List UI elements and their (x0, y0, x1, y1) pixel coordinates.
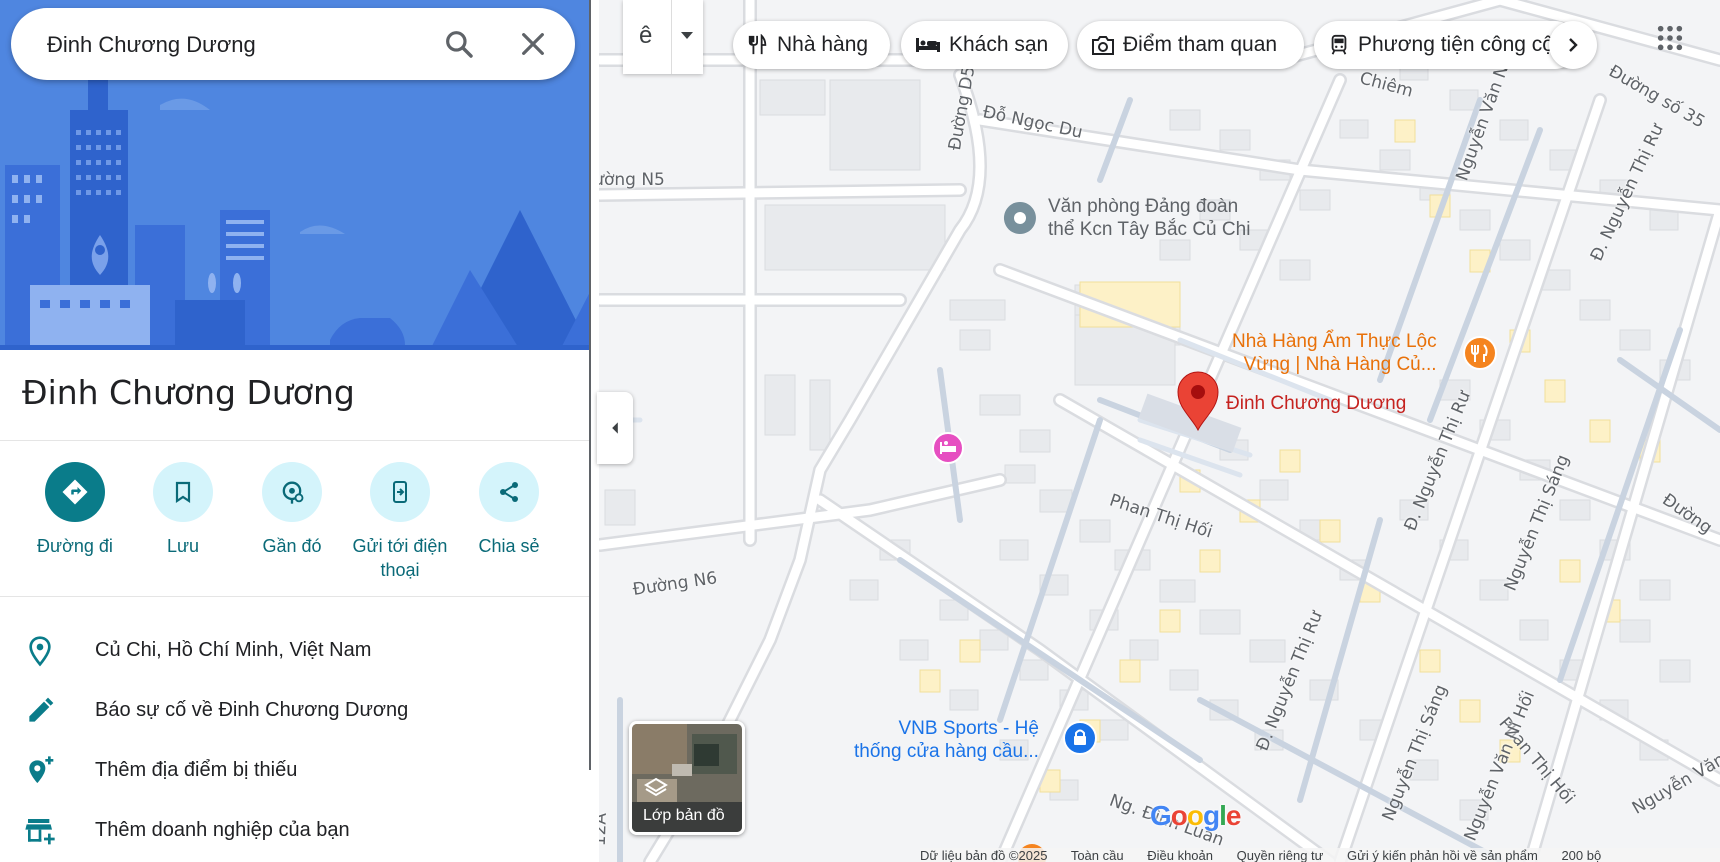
share-icon (479, 462, 539, 522)
sports-shop-marker[interactable] (1063, 721, 1097, 755)
nearby-button[interactable]: Gần đó (237, 462, 347, 558)
chip-transit[interactable]: Phương tiện công cộng (1314, 21, 1579, 69)
report-issue-text: Báo sự cố về Đinh Chương Dương (95, 699, 409, 721)
map-data-attribution: Dữ liệu bản đồ ©2025 (920, 848, 1048, 862)
google-logo-letter: e (1225, 800, 1242, 831)
restaurant-icon (748, 34, 767, 55)
restaurant-label-line2: Vừng | Nhà Hàng Củ... (1243, 353, 1437, 375)
search-icon[interactable] (443, 28, 475, 60)
place-panel: Đinh Chương Dương Đinh Chương Dương Đườn… (0, 0, 591, 862)
collapse-panel-button[interactable] (597, 392, 633, 464)
feedback-link[interactable]: Gửi ý kiến phản hồi về sản phẩm (1347, 848, 1538, 862)
nearby-icon (262, 462, 322, 522)
chip-restaurants-label: Nhà hàng (777, 33, 869, 56)
office-label-line2: thể Kcn Tây Bắc Củ Chi (1048, 218, 1251, 240)
map-footer: Dữ liệu bản đồ ©2025 Toàn cầu Điều khoản… (920, 848, 1720, 862)
address-row[interactable]: Củ Chi, Hồ Chí Minh, Việt Nam (0, 623, 591, 679)
search-box[interactable]: Đinh Chương Dương (11, 8, 575, 80)
google-logo-letter: g (1203, 800, 1220, 831)
transit-icon (1331, 34, 1347, 55)
restaurant-label-line1: Nhà Hàng Ẩm Thực Lộc (1232, 331, 1437, 352)
restaurant-label[interactable]: Nhà Hàng Ẩm Thực Lộc Vừng | Nhà Hàng Củ.… (1232, 331, 1437, 377)
google-logo-letter: o (1170, 800, 1188, 831)
chip-attractions-label: Điểm tham quan (1123, 33, 1278, 56)
save-label: Lưu (166, 536, 200, 556)
send-to-phone-icon (370, 462, 430, 522)
chips-next-button[interactable] (1549, 21, 1597, 69)
address-text: Củ Chi, Hồ Chí Minh, Việt Nam (95, 639, 372, 661)
layers-icon (644, 777, 668, 797)
sports-shop-label-line2: thống cửa hàng cầu... (854, 740, 1039, 762)
chevron-right-icon (1569, 38, 1578, 52)
directions-label: Đường đi (37, 536, 113, 556)
chevron-left-icon (612, 422, 618, 434)
save-button[interactable]: Lưu (128, 462, 238, 558)
office-marker[interactable] (1003, 202, 1036, 234)
chip-hotels[interactable]: Khách sạn (901, 21, 1068, 69)
map-layers-button[interactable]: Lớp bản đồ (629, 721, 745, 835)
camera-icon (1092, 36, 1114, 55)
send-to-phone-label: Gửi tới điện thoại (352, 536, 448, 580)
add-missing-place-row[interactable]: Thêm địa điểm bị thiếu (0, 743, 591, 799)
input-method-char: ê (639, 22, 653, 49)
place-title: Đinh Chương Dương (22, 373, 355, 412)
add-business-row[interactable]: Thêm doanh nghiệp của bạn (0, 803, 591, 859)
layers-label: Lớp bản đồ (643, 807, 725, 824)
privacy-link[interactable]: Quyền riêng tư (1237, 848, 1324, 862)
google-apps-icon[interactable] (1656, 24, 1684, 52)
office-label[interactable]: Văn phòng Đảng đoàn thể Kcn Tây Bắc Củ C… (1048, 196, 1250, 242)
google-logo: Google (1150, 800, 1242, 832)
close-icon[interactable] (517, 28, 549, 60)
share-button[interactable]: Chia sẻ (454, 462, 564, 558)
restaurant-marker[interactable] (1463, 336, 1497, 370)
global-link[interactable]: Toàn cầu (1071, 848, 1124, 862)
chip-restaurants[interactable]: Nhà hàng (733, 21, 890, 69)
chip-hotels-label: Khách sạn (949, 33, 1049, 56)
hotel-icon (916, 38, 940, 52)
google-logo-letter: o (1186, 800, 1204, 831)
caret-down-icon[interactable] (681, 32, 693, 39)
divider (0, 440, 591, 441)
report-issue-row[interactable]: Báo sự cố về Đinh Chương Dương (0, 683, 591, 739)
send-to-phone-button[interactable]: Gửi tới điện thoại (345, 462, 455, 582)
selected-place-label[interactable]: Đinh Chương Dương (1226, 393, 1406, 416)
chip-attractions[interactable]: Điểm tham quan (1077, 21, 1304, 69)
nearby-label: Gần đó (262, 536, 322, 556)
directions-icon (45, 462, 105, 522)
add-business-text: Thêm doanh nghiệp của bạn (95, 819, 350, 841)
pencil-icon (29, 697, 54, 722)
directions-button[interactable]: Đường đi (20, 462, 130, 558)
sports-shop-label-line1: VNB Sports - Hệ (898, 718, 1039, 739)
chip-transit-label: Phương tiện công cộng (1358, 33, 1578, 56)
sports-shop-label[interactable]: VNB Sports - Hệ thống cửa hàng cầu... (854, 718, 1039, 764)
search-input[interactable]: Đinh Chương Dương (47, 32, 256, 58)
add-place-icon (29, 756, 54, 783)
add-business-icon (25, 819, 55, 845)
bookmark-icon (153, 462, 213, 522)
divider (0, 596, 591, 597)
add-missing-place-text: Thêm địa điểm bị thiếu (95, 759, 298, 781)
hotel-marker[interactable] (932, 432, 964, 464)
office-label-line1: Văn phòng Đảng đoàn (1048, 196, 1239, 217)
input-method-button[interactable]: ê (623, 0, 703, 74)
google-logo-letter: G (1150, 800, 1172, 831)
location-pin-icon (29, 636, 51, 667)
scale-label[interactable]: 200 bộ (1561, 848, 1601, 862)
google-logo-letter: l (1219, 800, 1227, 831)
share-label: Chia sẻ (478, 536, 540, 556)
terms-link[interactable]: Điều khoản (1147, 848, 1213, 862)
ime-separator (671, 0, 672, 74)
